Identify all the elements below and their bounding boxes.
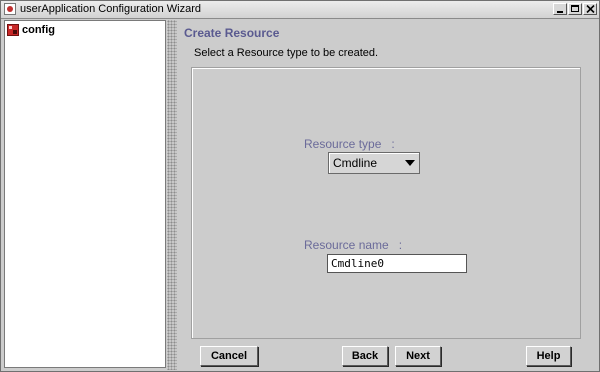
instruction-text: Select a Resource type to be created.: [194, 47, 379, 59]
help-button[interactable]: Help: [526, 346, 571, 366]
resource-type-value: Cmdline: [333, 156, 378, 170]
cancel-button[interactable]: Cancel: [200, 346, 258, 366]
page-title: Create Resource: [184, 26, 280, 40]
config-tree-panel[interactable]: config: [4, 20, 166, 368]
title-bar[interactable]: userApplication Configuration Wizard: [1, 1, 599, 19]
resource-name-label: Resource name :: [304, 238, 403, 252]
config-node-icon: [7, 24, 19, 36]
tree-item-config[interactable]: config: [7, 23, 55, 37]
resource-type-select[interactable]: Cmdline: [328, 152, 420, 174]
tree-item-label: config: [22, 24, 55, 36]
maximize-icon[interactable]: [568, 3, 582, 15]
resource-type-label: Resource type :: [304, 137, 395, 151]
back-button[interactable]: Back: [342, 346, 388, 366]
resource-form-panel: [191, 67, 581, 339]
next-button[interactable]: Next: [395, 346, 441, 366]
window-title: userApplication Configuration Wizard: [20, 3, 201, 15]
resource-name-input[interactable]: Cmdline0: [327, 254, 467, 273]
panel-splitter[interactable]: [167, 20, 177, 370]
minimize-icon[interactable]: [553, 3, 567, 15]
wizard-window: userApplication Configuration Wizard con…: [0, 0, 600, 372]
app-icon: [4, 3, 16, 15]
close-icon[interactable]: [583, 3, 597, 15]
chevron-down-icon: [405, 160, 415, 166]
